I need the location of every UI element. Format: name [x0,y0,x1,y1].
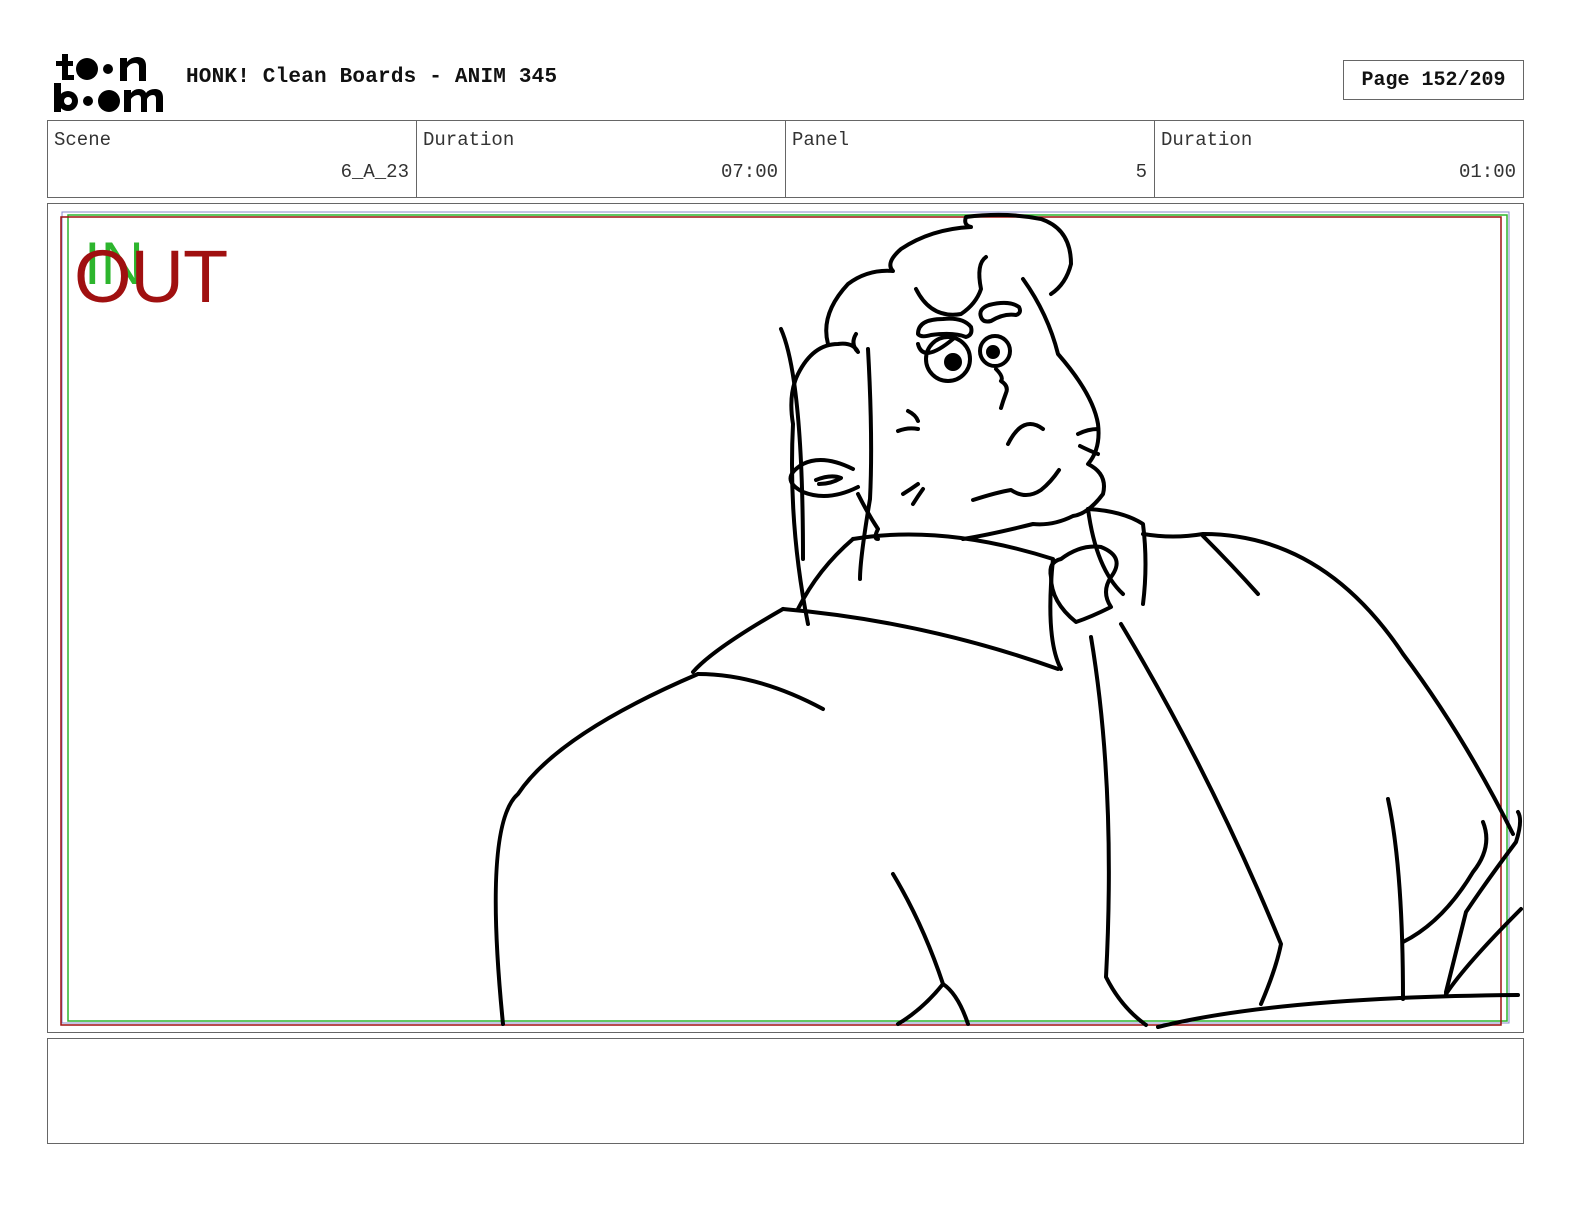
character-drawing [493,212,1523,1029]
panel-label: Panel [792,129,850,151]
panel-value: 5 [1135,161,1147,183]
document-title: HONK! Clean Boards - ANIM 345 [186,66,558,89]
panel-notes[interactable] [47,1038,1524,1144]
scene-duration-value: 07:00 [720,161,778,183]
info-row: Scene 6_A_23 Duration 07:00 Panel 5 Dura… [47,120,1524,198]
page-indicator: Page 152/209 [1343,60,1524,100]
panel-cell: Panel 5 [786,121,1155,197]
storyboard-panel: IN OUT [47,203,1524,1033]
panel-drawing [60,211,1523,1029]
toon-boom-logo [50,50,166,114]
panel-duration-cell: Duration 01:00 [1155,121,1523,197]
out-marker: OUT [74,235,228,318]
panel-duration-label: Duration [1161,129,1253,151]
camera-frame-outer [61,211,1510,1024]
scene-cell: Scene 6_A_23 [48,121,417,197]
out-frame [60,216,1502,1026]
panel-duration-value: 01:00 [1458,161,1516,183]
scene-duration-label: Duration [423,129,515,151]
scene-duration-cell: Duration 07:00 [417,121,786,197]
scene-value: 6_A_23 [340,161,409,183]
scene-label: Scene [54,129,112,151]
in-frame [67,214,1508,1022]
